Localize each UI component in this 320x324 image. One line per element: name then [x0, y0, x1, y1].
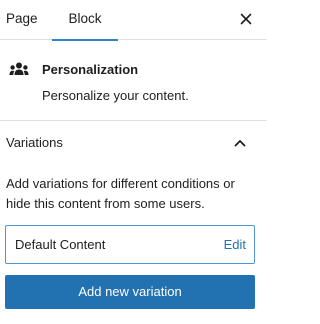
tab-page[interactable]: Page — [6, 0, 46, 40]
variations-panel-toggle[interactable]: Variations — [0, 122, 267, 164]
variations-description: Add variations for different conditions … — [6, 176, 235, 211]
variations-panel-title: Variations — [6, 135, 63, 150]
chevron-up-icon — [234, 140, 246, 147]
close-icon — [240, 13, 252, 25]
close-button[interactable] — [235, 8, 257, 30]
edit-variation-button[interactable]: Edit — [224, 237, 246, 252]
block-card: Personalization Personalize your content… — [0, 41, 267, 121]
add-new-variation-button[interactable]: Add new variation — [5, 275, 255, 309]
variation-name: Default Content — [15, 237, 106, 252]
sidebar-tabs: Page Block — [0, 0, 267, 41]
people-group-icon — [9, 62, 29, 75]
block-title: Personalization — [42, 62, 139, 77]
tab-block[interactable]: Block — [52, 0, 118, 41]
variation-item: Default Content Edit — [5, 225, 255, 264]
block-description: Personalize your content. — [42, 88, 189, 103]
